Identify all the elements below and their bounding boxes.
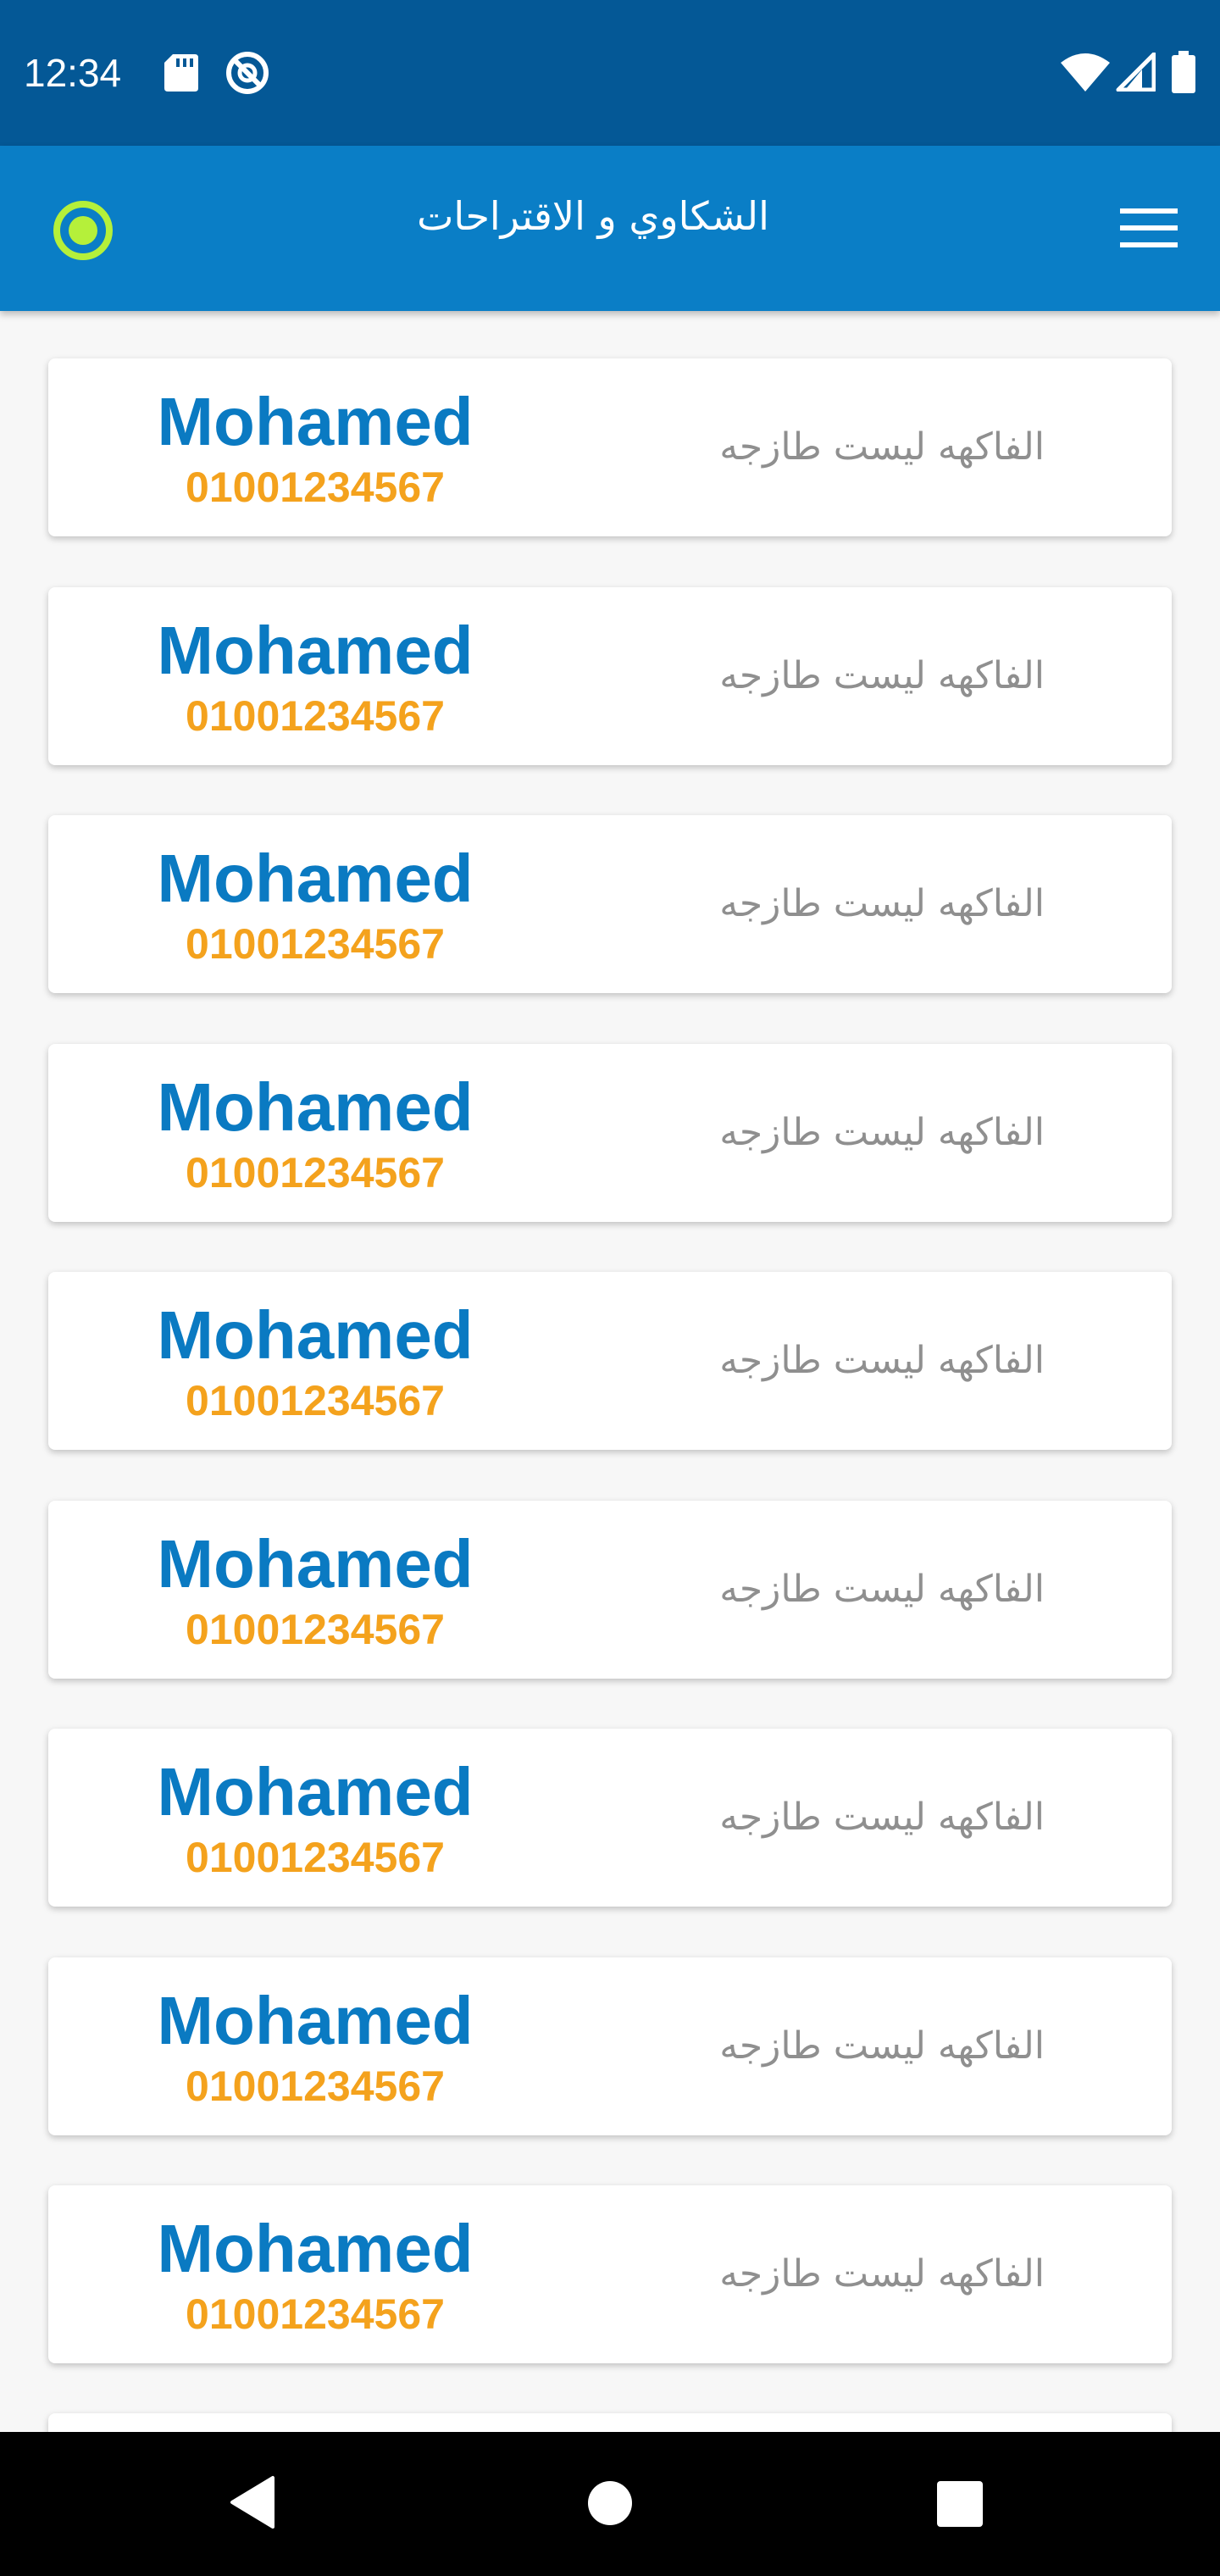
complaint-phone: 01001234567 — [186, 692, 445, 740]
complaint-phone: 01001234567 — [186, 464, 445, 511]
complaint-card[interactable]: Mohamed 01001234567 الفاكهه ليست طازجه — [48, 358, 1172, 536]
complaint-phone: 01001234567 — [186, 920, 445, 968]
battery-icon — [1171, 51, 1196, 97]
complaint-phone: 01001234567 — [186, 1834, 445, 1881]
complaint-phone: 01001234567 — [186, 2062, 445, 2110]
complaint-card[interactable]: Mohamed 01001234567 الفاكهه ليست طازجه — [48, 1044, 1172, 1222]
complaint-card[interactable]: Mohamed 01001234567 الفاكهه ليست طازجه — [48, 1501, 1172, 1679]
wifi-icon — [1061, 53, 1110, 95]
home-icon[interactable] — [586, 2479, 634, 2530]
complaint-card[interactable]: Mohamed 01001234567 الفاكهه ليست طازجه — [48, 1272, 1172, 1450]
complaint-text: الفاكهه ليست طازجه — [719, 1796, 1045, 1839]
complaint-text: الفاكهه ليست طازجه — [719, 1111, 1045, 1154]
status-time: 12:34 — [24, 51, 122, 95]
complaint-name: Mohamed — [157, 1754, 474, 1829]
complaint-text: الفاكهه ليست طازجه — [719, 425, 1045, 469]
navigation-bar — [0, 2432, 1220, 2576]
menu-icon[interactable] — [1120, 208, 1178, 251]
complaint-card-partial[interactable] — [48, 2413, 1172, 2432]
complaint-text: الفاكهه ليست طازجه — [719, 654, 1045, 697]
complaints-list[interactable]: Mohamed 01001234567 الفاكهه ليست طازجه M… — [0, 311, 1220, 2432]
complaint-text: الفاكهه ليست طازجه — [719, 2024, 1045, 2068]
page-title: الشكاوي و الاقتراحات — [417, 193, 769, 239]
complaint-card[interactable]: Mohamed 01001234567 الفاكهه ليست طازجه — [48, 1729, 1172, 1907]
complaint-phone: 01001234567 — [186, 1149, 445, 1196]
complaint-card[interactable]: Mohamed 01001234567 الفاكهه ليست طازجه — [48, 1957, 1172, 2135]
complaint-card[interactable]: Mohamed 01001234567 الفاكهه ليست طازجه — [48, 815, 1172, 993]
recents-icon[interactable] — [937, 2481, 983, 2530]
complaint-name: Mohamed — [157, 841, 474, 916]
complaint-text: الفاكهه ليست طازجه — [719, 1568, 1045, 1611]
status-bar: 12:34 — [0, 0, 1220, 146]
complaint-text: الفاكهه ليست طازجه — [719, 2252, 1045, 2296]
sd-card-icon — [164, 54, 198, 95]
complaint-text: الفاكهه ليست طازجه — [719, 882, 1045, 925]
signal-icon — [1115, 52, 1156, 95]
complaint-text: الفاكهه ليست طازجه — [719, 1339, 1045, 1382]
complaint-phone: 01001234567 — [186, 1606, 445, 1653]
complaint-phone: 01001234567 — [186, 1377, 445, 1424]
app-bar: الشكاوي و الاقتراحات — [0, 146, 1220, 311]
complaint-name: Mohamed — [157, 384, 474, 459]
complaint-name: Mohamed — [157, 613, 474, 688]
complaint-name: Mohamed — [157, 1069, 474, 1145]
complaint-name: Mohamed — [157, 1526, 474, 1602]
back-icon[interactable] — [229, 2474, 276, 2534]
complaint-name: Mohamed — [157, 1297, 474, 1373]
complaint-name: Mohamed — [157, 1983, 474, 2058]
complaint-card[interactable]: Mohamed 01001234567 الفاكهه ليست طازجه — [48, 587, 1172, 765]
complaint-card[interactable]: Mohamed 01001234567 الفاكهه ليست طازجه — [48, 2185, 1172, 2363]
complaint-phone: 01001234567 — [186, 2290, 445, 2338]
sync-icon — [224, 49, 271, 100]
complaint-name: Mohamed — [157, 2211, 474, 2286]
